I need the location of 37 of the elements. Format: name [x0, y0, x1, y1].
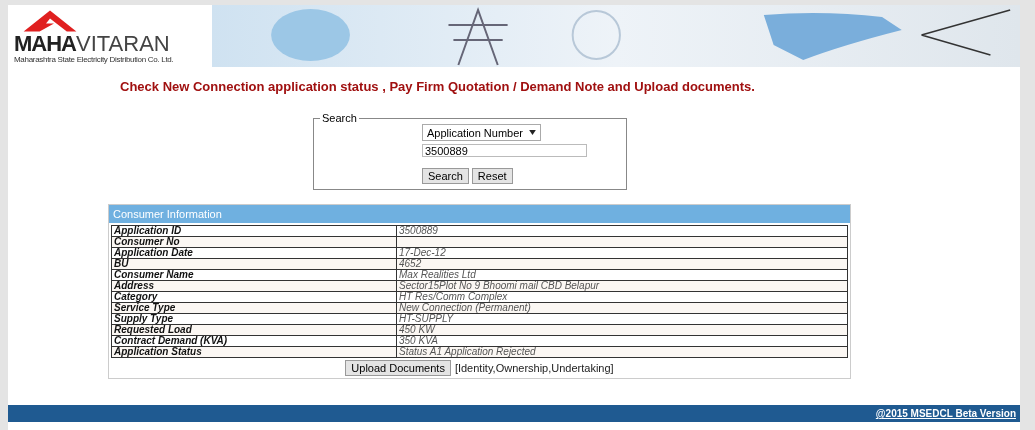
- field-value: New Connection (Permanent): [396, 302, 848, 314]
- panel-title-bar: Consumer Information: [109, 205, 850, 223]
- reset-button[interactable]: Reset: [471, 168, 513, 184]
- field-label: Application ID: [111, 225, 397, 237]
- field-value: 350 KVA: [396, 335, 848, 347]
- field-value: HT-SUPPLY: [396, 313, 848, 325]
- field-value: 4652: [396, 258, 848, 270]
- brand-tagline: Maharashtra State Electricity Distribution Co. Ltd.: [14, 55, 174, 64]
- field-label: Application Status: [111, 346, 397, 358]
- search-legend: Search: [320, 112, 359, 124]
- field-value: 3500889: [396, 225, 848, 237]
- page-heading: Check New Connection application status , Pay Firm Quotation / Demand Note and Upload documents.: [120, 79, 756, 94]
- field-value: HT Res/Comm Complex: [396, 291, 848, 303]
- field-label: Category: [111, 291, 397, 303]
- lightning-arrow-icon: [22, 9, 78, 33]
- field-value: Status A1 Application Rejected: [396, 346, 848, 358]
- search-button[interactable]: Search: [422, 168, 469, 184]
- field-label: Consumer Name: [111, 269, 397, 281]
- caret-icon: [529, 130, 536, 135]
- field-label: Service Type: [111, 302, 397, 314]
- field-value: 17-Dec-12: [396, 247, 848, 259]
- copyright-link[interactable]: @2015 MSEDCL Beta Version: [875, 408, 1016, 419]
- field-label: Supply Type: [111, 313, 397, 325]
- upload-note: [Identity,Ownership,Undertaking]: [454, 362, 614, 374]
- field-label: Application Date: [111, 247, 397, 259]
- field-value: Max Realities Ltd: [396, 269, 848, 281]
- brand-logo-text: MAHAVITARAN: [14, 33, 170, 55]
- search-type-dropdown[interactable]: Application Number: [422, 124, 541, 141]
- upload-documents-button[interactable]: Upload Documents: [345, 360, 451, 376]
- field-value: 450 KW: [396, 324, 848, 336]
- application-number-field[interactable]: 3500889: [422, 144, 587, 157]
- field-label: Consumer No: [111, 236, 397, 248]
- field-label: Address: [111, 280, 397, 292]
- field-label: BU: [111, 258, 397, 270]
- field-value: Sector15Plot No 9 Bhoomi mail CBD Belapur: [396, 280, 848, 292]
- field-label: Requested Load: [111, 324, 397, 336]
- field-label: Contract Demand (KVA): [111, 335, 397, 347]
